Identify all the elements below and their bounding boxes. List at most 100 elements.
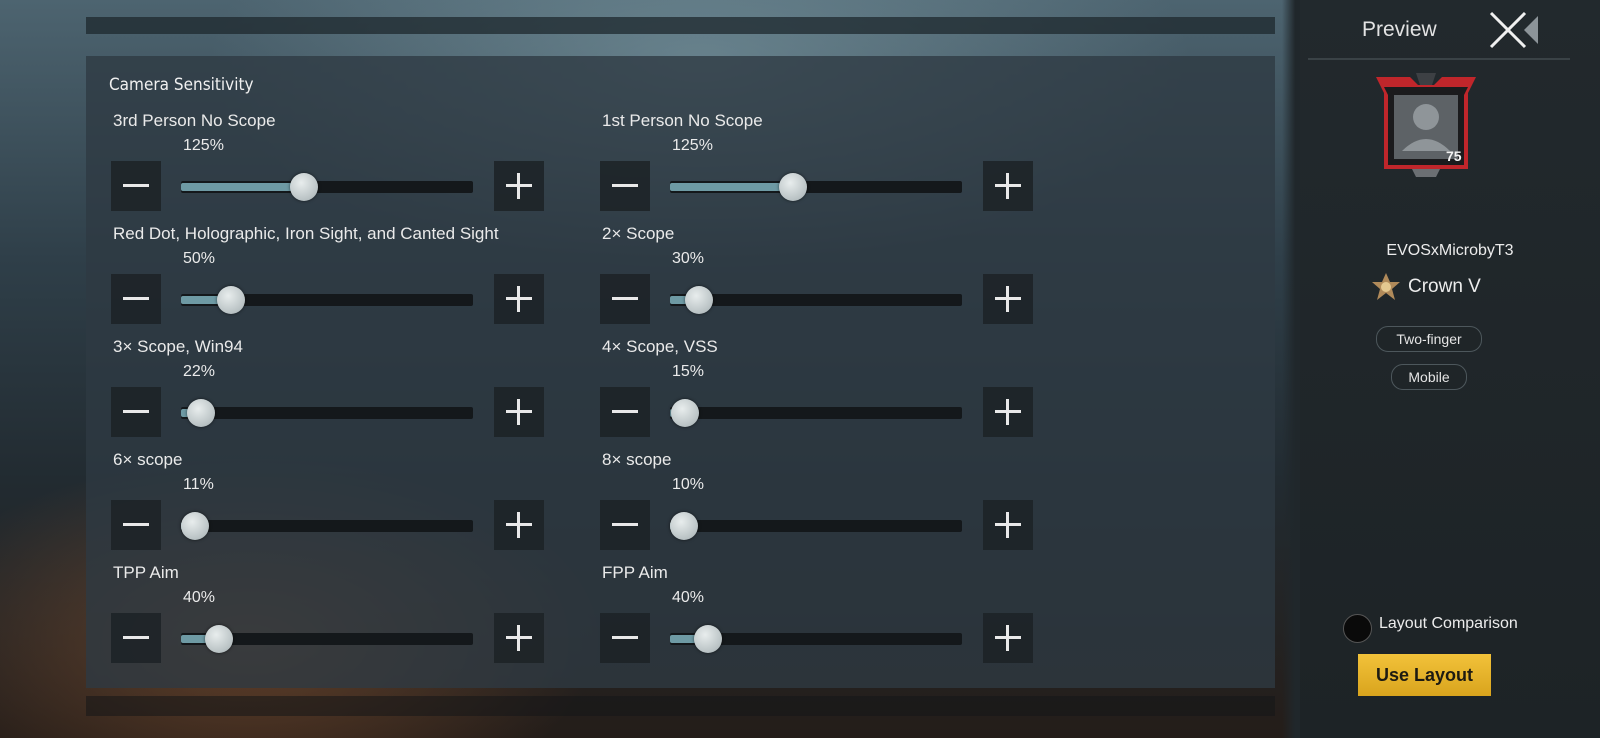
player-level: 75 xyxy=(1446,148,1462,164)
setting-label: 3rd Person No Scope xyxy=(113,111,276,130)
setting-label: 2× Scope xyxy=(602,224,675,243)
plus-icon xyxy=(995,512,1021,538)
decrease-button[interactable] xyxy=(600,387,650,437)
setting-value: 11% xyxy=(183,476,214,493)
increase-button[interactable] xyxy=(983,161,1033,211)
collapse-arrow-icon[interactable] xyxy=(1524,16,1538,44)
setting-label: 4× Scope, VSS xyxy=(602,337,718,356)
plus-icon xyxy=(506,399,532,425)
minus-icon xyxy=(612,173,638,199)
slider-thumb[interactable] xyxy=(671,399,699,427)
increase-button[interactable] xyxy=(983,613,1033,663)
crown-rank-icon xyxy=(1370,272,1402,304)
sensitivity-setting: TPP Aim 40% xyxy=(111,563,551,673)
slider-thumb[interactable] xyxy=(205,625,233,653)
close-button[interactable] xyxy=(1488,10,1528,50)
slider-thumb[interactable] xyxy=(779,173,807,201)
decrease-button[interactable] xyxy=(111,387,161,437)
decrease-button[interactable] xyxy=(111,161,161,211)
sensitivity-slider[interactable] xyxy=(181,512,473,540)
sensitivity-setting: 3× Scope, Win94 22% xyxy=(111,337,551,447)
minus-icon xyxy=(123,399,149,425)
decrease-button[interactable] xyxy=(600,613,650,663)
sensitivity-setting: 8× scope 10% xyxy=(600,450,1040,560)
setting-value: 22% xyxy=(183,363,216,380)
sensitivity-slider[interactable] xyxy=(670,286,962,314)
setting-value: 40% xyxy=(672,589,705,606)
setting-label: 3× Scope, Win94 xyxy=(113,337,243,356)
increase-button[interactable] xyxy=(983,274,1033,324)
slider-thumb[interactable] xyxy=(694,625,722,653)
sensitivity-slider[interactable] xyxy=(181,399,473,427)
slider-thumb[interactable] xyxy=(290,173,318,201)
avatar xyxy=(1372,73,1480,177)
decrease-button[interactable] xyxy=(111,613,161,663)
setting-value: 15% xyxy=(672,363,705,380)
slider-thumb[interactable] xyxy=(670,512,698,540)
increase-button[interactable] xyxy=(494,613,544,663)
plus-icon xyxy=(995,173,1021,199)
layout-comparison-label: Layout Comparison xyxy=(1379,615,1518,632)
sensitivity-slider[interactable] xyxy=(670,512,962,540)
sensitivity-slider[interactable] xyxy=(181,173,473,201)
setting-value: 40% xyxy=(183,589,216,606)
increase-button[interactable] xyxy=(983,387,1033,437)
setting-value: 125% xyxy=(183,137,224,154)
slider-thumb[interactable] xyxy=(181,512,209,540)
sensitivity-slider[interactable] xyxy=(181,286,473,314)
increase-button[interactable] xyxy=(494,161,544,211)
minus-icon xyxy=(612,399,638,425)
increase-button[interactable] xyxy=(494,500,544,550)
slider-thumb[interactable] xyxy=(685,286,713,314)
device-chip: Mobile xyxy=(1391,364,1467,390)
minus-icon xyxy=(123,512,149,538)
sensitivity-setting: 1st Person No Scope 125% xyxy=(600,111,1040,221)
slider-fill xyxy=(181,183,304,191)
minus-icon xyxy=(612,512,638,538)
sensitivity-setting: FPP Aim 40% xyxy=(600,563,1040,673)
plus-icon xyxy=(506,512,532,538)
setting-label: Red Dot, Holographic, Iron Sight, and Ca… xyxy=(113,224,499,243)
increase-button[interactable] xyxy=(983,500,1033,550)
preview-divider xyxy=(1308,58,1570,60)
sensitivity-slider[interactable] xyxy=(670,399,962,427)
decrease-button[interactable] xyxy=(111,500,161,550)
plus-icon xyxy=(995,625,1021,651)
setting-value: 10% xyxy=(672,476,705,493)
setting-label: 8× scope xyxy=(602,450,672,469)
sensitivity-slider[interactable] xyxy=(670,625,962,653)
sensitivity-setting: 2× Scope 30% xyxy=(600,224,1040,334)
slider-thumb[interactable] xyxy=(217,286,245,314)
minus-icon xyxy=(612,625,638,651)
slider-thumb[interactable] xyxy=(187,399,215,427)
control-mode-chip: Two-finger xyxy=(1376,326,1482,352)
bottom-bar xyxy=(86,696,1275,716)
close-icon xyxy=(1489,11,1527,49)
plus-icon xyxy=(995,286,1021,312)
setting-label: 6× scope xyxy=(113,450,183,469)
plus-icon xyxy=(995,399,1021,425)
minus-icon xyxy=(123,286,149,312)
use-layout-button[interactable]: Use Layout xyxy=(1358,654,1491,696)
slider-fill xyxy=(670,183,793,191)
decrease-button[interactable] xyxy=(600,161,650,211)
decrease-button[interactable] xyxy=(600,274,650,324)
sensitivity-slider[interactable] xyxy=(181,625,473,653)
player-name: EVOSxMicrobyT3 xyxy=(1386,242,1514,259)
sensitivity-setting: 6× scope 11% xyxy=(111,450,551,560)
plus-icon xyxy=(506,286,532,312)
plus-icon xyxy=(506,173,532,199)
setting-value: 50% xyxy=(183,250,216,267)
sensitivity-slider[interactable] xyxy=(670,173,962,201)
increase-button[interactable] xyxy=(494,387,544,437)
layout-comparison-radio[interactable] xyxy=(1343,614,1372,643)
increase-button[interactable] xyxy=(494,274,544,324)
setting-label: 1st Person No Scope xyxy=(602,111,763,130)
decrease-button[interactable] xyxy=(111,274,161,324)
minus-icon xyxy=(123,173,149,199)
sensitivity-setting: Red Dot, Holographic, Iron Sight, and Ca… xyxy=(111,224,551,334)
sensitivity-setting: 4× Scope, VSS 15% xyxy=(600,337,1040,447)
avatar-frame-icon xyxy=(1376,73,1476,177)
top-bar xyxy=(86,17,1275,34)
decrease-button[interactable] xyxy=(600,500,650,550)
